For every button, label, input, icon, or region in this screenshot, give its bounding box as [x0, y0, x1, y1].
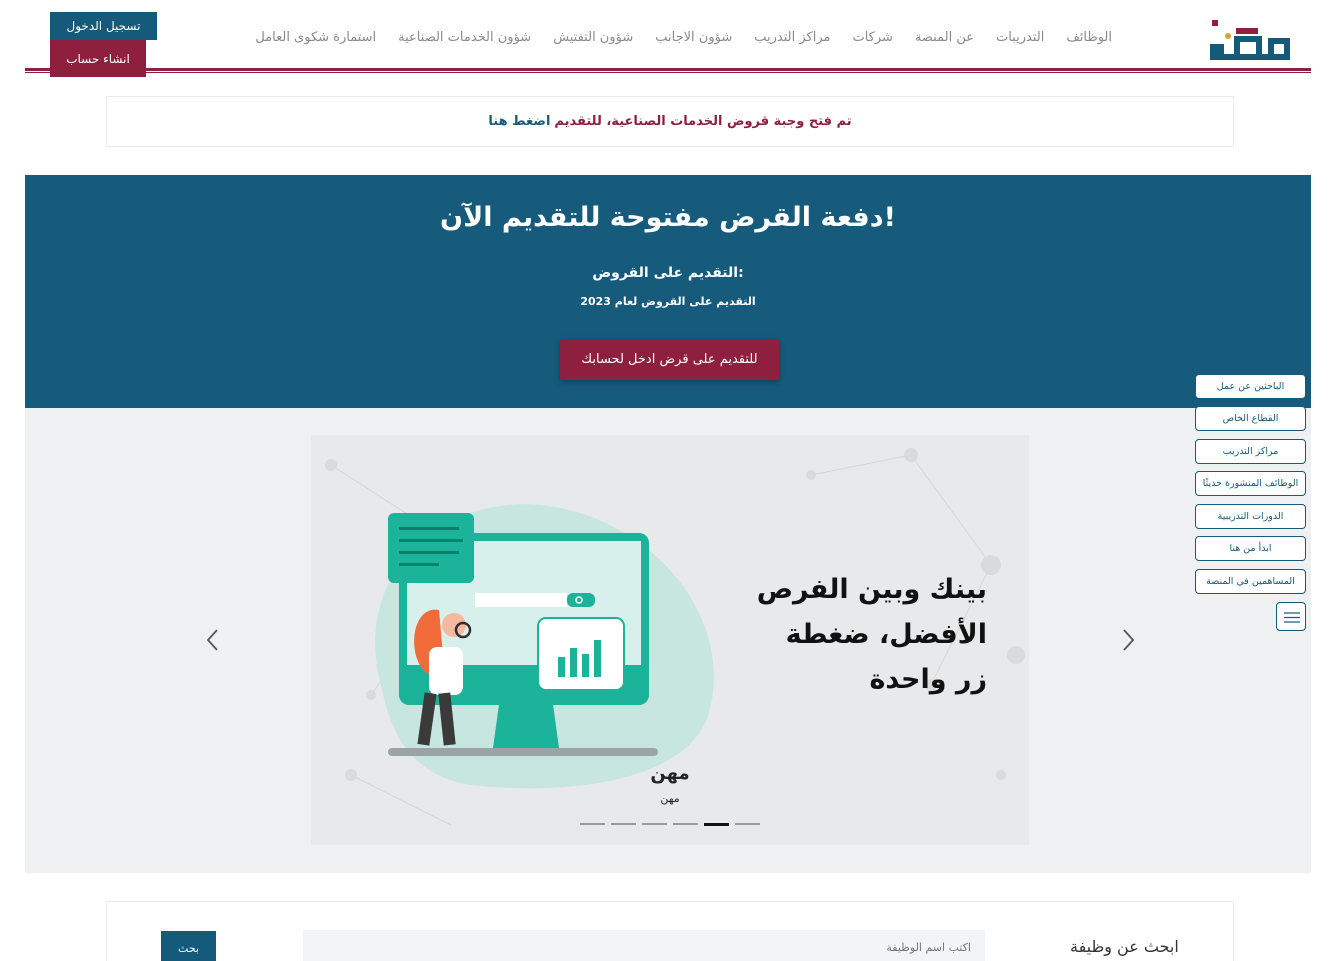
- notice-link[interactable]: اضغط هنا: [488, 114, 550, 129]
- carousel-indicators: [580, 823, 760, 826]
- login-button[interactable]: تسجيل الدخول: [50, 12, 157, 40]
- nav-about[interactable]: عن المنصة: [904, 30, 985, 50]
- nav-jobs[interactable]: الوظائف: [1055, 30, 1123, 50]
- carousel-indicator[interactable]: [735, 823, 760, 825]
- slide-headline: بينك وبين الفرص الأفضل، ضغطة زر واحدة: [707, 567, 987, 702]
- nav-trainings[interactable]: التدريبات: [985, 30, 1055, 50]
- header-divider-thin: [25, 72, 1311, 73]
- job-search-input[interactable]: [303, 930, 985, 961]
- carousel-slide: بينك وبين الفرص الأفضل، ضغطة زر واحدة مه…: [311, 435, 1029, 845]
- carousel-indicator[interactable]: [580, 823, 605, 825]
- nav-companies[interactable]: شركات: [841, 30, 903, 50]
- signup-button[interactable]: انشاء حساب: [50, 40, 146, 77]
- slide-headline-line-3: زر واحدة: [869, 664, 987, 695]
- chevron-right-icon[interactable]: [1120, 628, 1136, 652]
- side-training-centers[interactable]: مراكز التدريب: [1195, 439, 1306, 464]
- page: الوظائف التدريبات عن المنصة شركات مراكز …: [0, 0, 1332, 961]
- carousel-indicator[interactable]: [642, 823, 667, 825]
- job-search-button[interactable]: بحث: [161, 931, 216, 961]
- side-contributors[interactable]: المساهمين في المنصة: [1195, 569, 1306, 594]
- carousel-indicator[interactable]: [673, 823, 698, 825]
- banner-detail: التقديم على القروض لعام 2023: [580, 295, 756, 308]
- nav-foreigners[interactable]: شؤون الاجانب: [644, 30, 743, 50]
- nav-inspection[interactable]: شؤون التفتيش: [542, 30, 644, 50]
- notice-bar: تم فتح وجبة قروض الخدمات الصناعية، للتقد…: [106, 96, 1234, 147]
- side-training-courses[interactable]: الدورات التدريبية: [1195, 504, 1306, 529]
- slide-headline-line-2: الأفضل، ضغطة: [785, 619, 987, 650]
- header-divider: [25, 68, 1311, 71]
- hamburger-icon: [1284, 612, 1300, 623]
- chevron-left-icon[interactable]: [205, 628, 221, 652]
- side-start-here[interactable]: ابدأ من هنا: [1195, 536, 1306, 561]
- side-recent-jobs[interactable]: الوظائف المنشورة حديثًا: [1195, 471, 1306, 496]
- banner-subtitle: التقديم على القروض:: [592, 265, 744, 281]
- loan-banner: دفعة القرض مفتوحة للتقديم الآن! التقديم …: [25, 175, 1311, 408]
- logo[interactable]: [1210, 20, 1292, 62]
- banner-title: دفعة القرض مفتوحة للتقديم الآن!: [440, 202, 896, 233]
- slide-caption-title: مهن: [650, 763, 690, 784]
- nav-training-centers[interactable]: مراكز التدريب: [743, 30, 841, 50]
- carousel-indicator[interactable]: [611, 823, 636, 825]
- nav-complaint-form[interactable]: استمارة شكوى العامل: [244, 30, 387, 50]
- apply-loan-button[interactable]: للتقديم على قرض ادخل لحسابك: [560, 339, 779, 380]
- job-search-title: ابحث عن وظيفة: [1070, 937, 1179, 956]
- side-job-seekers[interactable]: الباحثين عن عمل: [1195, 374, 1306, 399]
- main-nav: الوظائف التدريبات عن المنصة شركات مراكز …: [244, 30, 1123, 50]
- slide-caption-sub: مهن: [660, 792, 680, 805]
- side-private-sector[interactable]: القطاع الخاص: [1195, 406, 1306, 431]
- nav-industrial-services[interactable]: شؤون الخدمات الصناعية: [387, 30, 542, 50]
- notice-text: تم فتح وجبة قروض الخدمات الصناعية، للتقد…: [554, 114, 852, 129]
- carousel-indicator-active[interactable]: [704, 823, 729, 826]
- menu-icon[interactable]: [1276, 602, 1306, 631]
- slide-headline-line-1: بينك وبين الفرص: [756, 574, 987, 605]
